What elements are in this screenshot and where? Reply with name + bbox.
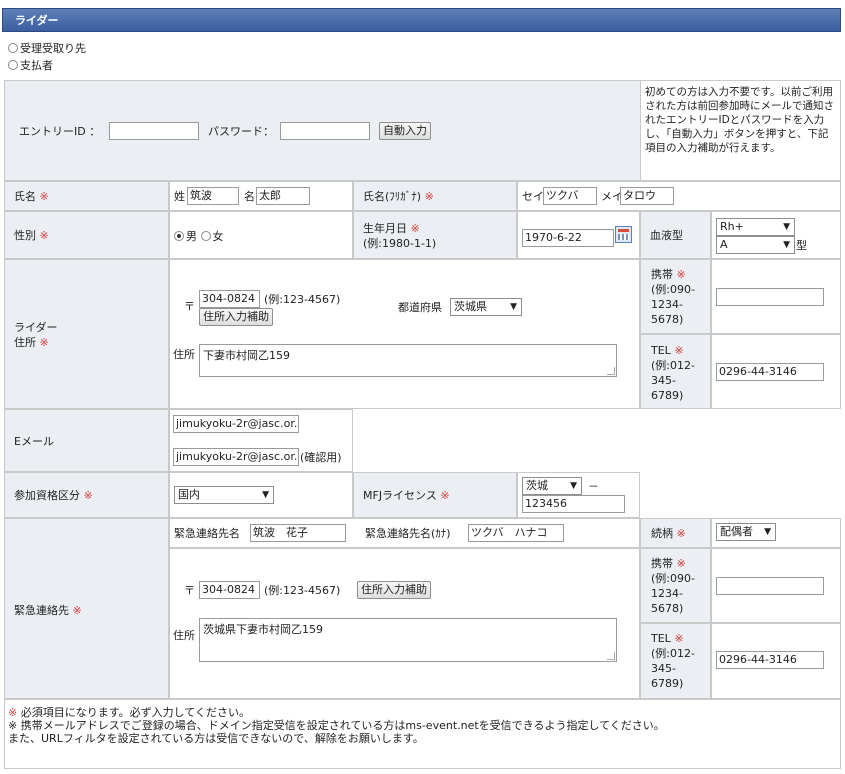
email-input[interactable]: jimukyoku-2r@jasc.or. (173, 415, 299, 433)
auto-fill-button[interactable]: 自動入力 (379, 122, 431, 140)
category-select[interactable]: 国内 ▼ (174, 486, 274, 504)
tel-input[interactable]: 0296-44-3146 (716, 363, 824, 381)
chevron-down-icon: ▼ (262, 490, 269, 500)
rider-address-label: ライダー 住所 ※ (14, 321, 58, 349)
kana-mei-input[interactable]: タロウ (620, 187, 674, 205)
type-radio-group: 受理受取り先 支払者 (8, 40, 86, 74)
radio-payer[interactable] (8, 60, 18, 70)
calendar-icon[interactable] (615, 226, 632, 243)
em-postal-input[interactable]: 304-0824 (199, 581, 260, 599)
em-name-label: 緊急連絡先名 (174, 527, 240, 540)
address-textarea[interactable]: 下妻市村岡乙159 (199, 344, 617, 377)
abo-select[interactable]: A ▼ (716, 236, 795, 254)
em-mobile-label: 携帯 ※ (例:090- 1234- 5678) (651, 557, 695, 615)
category-label: 参加資格区分 ※ (14, 489, 93, 502)
em-address-textarea[interactable]: 茨城県下妻市村岡乙159 (199, 618, 617, 662)
radio-male[interactable] (174, 231, 184, 241)
license-label: MFJライセンス ※ (363, 489, 450, 502)
birth-input[interactable]: 1970-6-22 (522, 229, 614, 247)
entry-id-input[interactable] (109, 122, 199, 140)
chevron-down-icon: ▼ (783, 240, 790, 250)
em-kana-input[interactable]: ツクバ ハナコ (468, 524, 564, 542)
kana-sei-input[interactable]: ツクバ (543, 187, 597, 205)
blood-suffix: 型 (796, 239, 807, 252)
mobile-input[interactable] (716, 288, 824, 306)
entry-note: 初めての方は入力不要です。以前ご利用された方は前回参加時にメールで通知されたエン… (645, 86, 834, 154)
gender-options: 男 女 (174, 229, 224, 244)
kana-sei-label: セイ (522, 190, 544, 203)
sei-label: 姓 (174, 190, 185, 203)
em-postal-example: (例:123-4567) (264, 584, 341, 597)
license-number-input[interactable]: 123456 (522, 495, 625, 513)
mei-label: 名 (244, 190, 255, 203)
notes: ※ 必須項目になります。必ず入力してください。 ※ 携帯メールアドレスでご登録の… (8, 706, 665, 745)
radio-payer-label: 支払者 (20, 59, 53, 72)
em-tel-input[interactable]: 0296-44-3146 (716, 651, 824, 669)
section-header: ライダー (2, 8, 841, 32)
address-assist-button[interactable]: 住所入力補助 (199, 308, 273, 326)
radio-receiver-label: 受理受取り先 (20, 42, 86, 55)
relation-label: 続柄 ※ (651, 527, 686, 540)
em-mobile-input[interactable] (716, 577, 824, 595)
chevron-down-icon: ▼ (510, 302, 517, 312)
address-value-cell (169, 259, 640, 409)
em-name-input[interactable]: 筑波 花子 (250, 524, 346, 542)
em-kana-label: 緊急連絡先名(ｶﾅ) (365, 527, 451, 540)
em-address-assist-button[interactable]: 住所入力補助 (357, 581, 431, 599)
emergency-label: 緊急連絡先 ※ (14, 604, 82, 617)
required-mark: ※ (39, 190, 49, 203)
male-label: 男 (186, 230, 197, 243)
rh-select[interactable]: Rh+ ▼ (716, 218, 795, 236)
relation-select[interactable]: 配偶者 ▼ (716, 523, 776, 541)
address-label: 住所 (173, 348, 195, 361)
chevron-down-icon: ▼ (570, 481, 577, 491)
pref-select[interactable]: 茨城県 ▼ (450, 298, 522, 316)
em-tel-label: TEL ※ (例:012- 345- 6789) (651, 632, 695, 690)
entry-id-label: エントリーID ： (19, 125, 101, 138)
name-label: 氏名 ※ (14, 190, 49, 203)
blood-label: 血液型 (650, 229, 683, 242)
email-label: Eメール (14, 435, 54, 448)
em-postal-mark: 〒 (184, 584, 195, 597)
license-dash: － (588, 480, 599, 493)
mobile-label: 携帯 ※ (例:090- 1234- 5678) (651, 268, 695, 326)
password-input[interactable] (280, 122, 370, 140)
kana-label: 氏名(ﾌﾘｶﾞﾅ) ※ (363, 190, 434, 203)
postal-mark: 〒 (184, 300, 195, 313)
note-mobile: ※ 携帯メールアドレスでご登録の場合、ドメイン指定受信を設定されている方はms-… (8, 719, 665, 732)
sei-input[interactable]: 筑波 (187, 187, 239, 205)
em-address-label: 住所 (173, 629, 195, 642)
radio-female[interactable] (200, 231, 211, 241)
radio-receiver[interactable] (8, 43, 18, 53)
note-url: また、URLフィルタを設定されている方は受信できないので、解除をお願いします。 (8, 732, 424, 745)
female-label: 女 (212, 230, 224, 243)
mei-input[interactable]: 太郎 (256, 187, 310, 205)
password-label: パスワード： (208, 125, 274, 138)
email-confirm-input[interactable]: jimukyoku-2r@jasc.or. (173, 448, 299, 466)
email-confirm-label: (確認用) (300, 451, 342, 464)
postal-example: (例:123-4567) (264, 293, 341, 306)
license-pref-select[interactable]: 茨城 ▼ (522, 477, 582, 495)
note-required: ※ 必須項目になります。必ず入力してください。 (8, 706, 250, 719)
postal-input[interactable]: 304-0824 (199, 290, 260, 308)
gender-label: 性別 ※ (14, 229, 49, 242)
tel-label: TEL ※ (例:012- 345- 6789) (651, 344, 695, 402)
chevron-down-icon: ▼ (783, 222, 790, 232)
birth-label: 生年月日 ※ (例:1980-1-1) (363, 222, 437, 250)
pref-label: 都道府県 (398, 301, 442, 314)
chevron-down-icon: ▼ (764, 527, 771, 537)
